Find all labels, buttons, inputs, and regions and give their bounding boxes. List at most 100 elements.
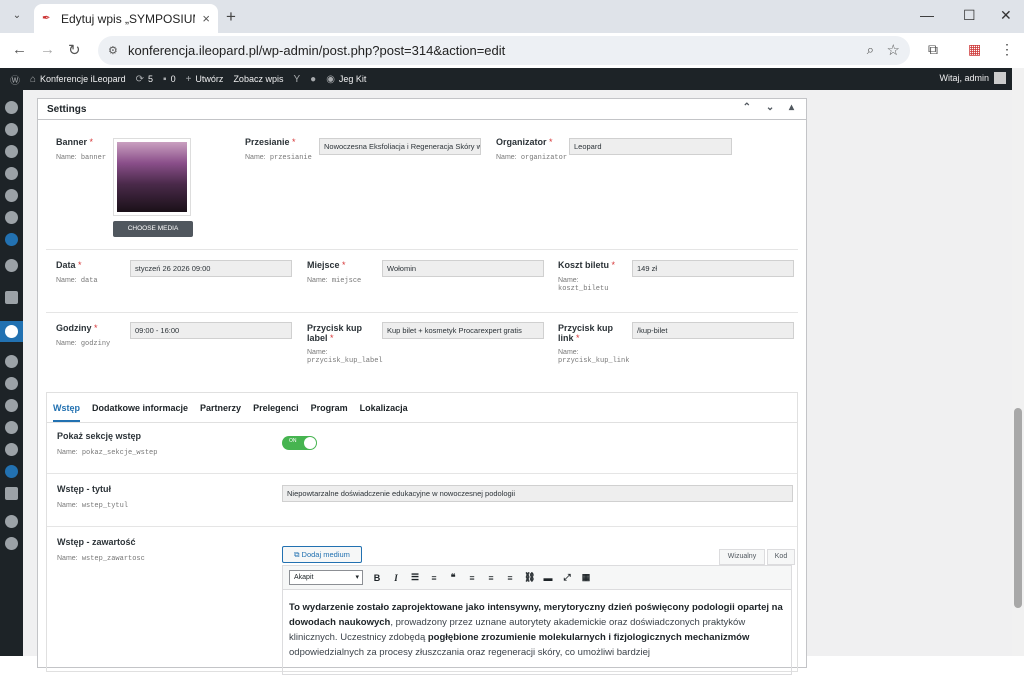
extensions-icon[interactable]: ⧉ <box>928 41 938 58</box>
tools-icon[interactable] <box>5 443 18 456</box>
add-icon[interactable] <box>5 355 18 368</box>
koszt-input[interactable]: 149 zł <box>632 260 794 277</box>
add-media-button[interactable]: ⧉ Dodaj medium <box>282 546 362 563</box>
tab-program[interactable]: Program <box>311 403 348 413</box>
account-menu[interactable]: Witaj, admin <box>939 72 1006 84</box>
align-center-icon[interactable]: ≡ <box>486 573 496 583</box>
data-name: Name: data <box>56 277 98 285</box>
kup-link-name: Name: przycisk_kup_link <box>558 349 630 365</box>
page-scrollbar[interactable] <box>1012 68 1024 656</box>
sync-icon[interactable] <box>5 465 18 478</box>
toolbar-toggle-icon[interactable]: ▦ <box>581 572 591 583</box>
site-name-link[interactable]: ⌂ Konferencje iLeopard <box>30 74 126 85</box>
dashboard-icon[interactable] <box>5 101 18 114</box>
media-icon: ⧉ <box>294 550 300 559</box>
yoast-icon[interactable]: Y <box>293 74 300 85</box>
wstep-tytul-input[interactable]: Niepowtarzalne doświadczenie edukacyjne … <box>282 485 793 502</box>
bookmark-star-icon[interactable]: ☆ <box>887 41 900 59</box>
tab-prelegenci[interactable]: Prelegenci <box>253 403 299 413</box>
wp-logo-icon[interactable]: Ⓦ <box>10 72 20 87</box>
back-button[interactable]: ← <box>12 41 27 58</box>
quote-icon[interactable]: ❝ <box>448 572 458 583</box>
divider <box>47 473 797 474</box>
wstep-zawartosc-name: Name: wstep_zawartosc <box>57 555 145 563</box>
maximize-button[interactable]: ☐ <box>963 7 976 24</box>
format-select[interactable]: Akapit <box>289 570 363 585</box>
crocoblock-icon[interactable] <box>5 259 18 272</box>
view-post-link[interactable]: Zobacz wpis <box>233 74 283 84</box>
godziny-input[interactable]: 09:00 - 16:00 <box>130 322 292 339</box>
updates-icon: ⟳ <box>135 73 144 85</box>
tab-code[interactable]: Kod <box>767 549 795 565</box>
appearance-icon[interactable] <box>5 377 18 390</box>
updates-link[interactable]: ⟳ 5 <box>136 74 153 85</box>
kup-label-input[interactable]: Kup bilet + kosmetyk Procarexpert gratis <box>382 322 544 339</box>
metabox-header[interactable]: Settings ⌃ ⌄ ▴ <box>38 99 806 120</box>
organizator-input[interactable]: Leopard <box>569 138 732 155</box>
numbered-list-icon[interactable]: ≡ <box>429 573 439 583</box>
koszt-label: Koszt biletu * <box>558 260 616 270</box>
scrollbar-thumb[interactable] <box>1014 408 1022 608</box>
tab-close-icon[interactable]: × <box>202 11 210 26</box>
tab-bar: ⌄ ✒ Edytuj wpis „SYMPOSIUM PROC × + — ☐ … <box>0 0 1024 33</box>
yoast-menu-icon[interactable] <box>5 515 18 528</box>
tab-lokalizacja[interactable]: Lokalizacja <box>360 403 408 413</box>
collapse-menu-icon[interactable] <box>5 537 18 550</box>
users-icon[interactable] <box>5 421 18 434</box>
kup-link-input[interactable]: /kup-bilet <box>632 322 794 339</box>
new-content-link[interactable]: + Utwórz <box>186 74 224 85</box>
align-right-icon[interactable]: ≡ <box>505 573 515 583</box>
tab-partnerzy[interactable]: Partnerzy <box>200 403 241 413</box>
content-text-2: odpowiedzialnych za procesy złuszczania … <box>289 647 650 658</box>
tab-list-button[interactable]: ⌄ <box>8 7 26 25</box>
elementor-icon[interactable] <box>5 123 18 136</box>
browser-menu-icon[interactable]: ⋮ <box>1000 41 1014 58</box>
posts-pin-icon[interactable] <box>5 325 18 338</box>
plugin-icon[interactable] <box>5 233 18 246</box>
tab-visual[interactable]: Wizualny <box>719 549 765 565</box>
comments-icon[interactable] <box>5 211 18 224</box>
site-info-icon[interactable]: ⚙ <box>108 44 118 57</box>
link-icon[interactable]: ⛓ <box>524 572 535 583</box>
fullscreen-icon[interactable]: ⤢ <box>562 572 572 583</box>
new-tab-button[interactable]: + <box>226 7 236 27</box>
data-input[interactable]: styczeń 26 2026 09:00 <box>130 260 292 277</box>
tab-dodatkowe[interactable]: Dodatkowe informacje <box>92 403 188 413</box>
media-icon[interactable] <box>5 167 18 180</box>
banner-label: Banner * <box>56 137 94 147</box>
banner-thumbnail[interactable] <box>113 138 191 216</box>
metabox-arrows-icon[interactable]: ⌃ ⌄ ▴ <box>743 102 800 113</box>
section-tabs-box: Wstęp Dodatkowe informacje Partnerzy Pre… <box>46 392 798 675</box>
jet-icon[interactable] <box>5 291 18 304</box>
close-window-button[interactable]: ✕ <box>1000 7 1012 24</box>
jeg-kit-link[interactable]: ◉ Jeg Kit <box>326 74 366 85</box>
italic-icon[interactable]: I <box>391 573 401 583</box>
minimize-button[interactable]: — <box>920 7 934 23</box>
read-more-icon[interactable]: ▬ <box>543 573 553 583</box>
bullet-list-icon[interactable]: ☰ <box>410 572 420 583</box>
bold-icon[interactable]: B <box>372 573 382 583</box>
pin-icon[interactable] <box>5 145 18 158</box>
miejsce-name: Name: miejsce <box>307 277 362 285</box>
extension-icon[interactable]: ▦ <box>968 41 981 58</box>
plugins-icon[interactable] <box>5 399 18 412</box>
status-dot-icon: ● <box>310 73 317 85</box>
editor-body[interactable]: To wydarzenie zostało zaprojektowane jak… <box>283 590 791 670</box>
address-bar[interactable]: ⚙ konferencja.ileopard.pl/wp-admin/post.… <box>98 36 910 65</box>
miejsce-input[interactable]: Wołomin <box>382 260 544 277</box>
forward-button[interactable]: → <box>40 41 55 58</box>
home-icon: ⌂ <box>30 73 37 85</box>
browser-tab[interactable]: ✒ Edytuj wpis „SYMPOSIUM PROC × <box>34 4 218 33</box>
pokaz-wstep-toggle[interactable]: ON <box>282 436 317 450</box>
settings-icon[interactable] <box>5 487 18 500</box>
przesianie-input[interactable]: Nowoczesna Eksfoliacja i Regeneracja Skó… <box>319 138 481 155</box>
organizator-name: Name: organizator <box>496 154 568 162</box>
comments-link[interactable]: ▪ 0 <box>163 74 176 85</box>
choose-media-button[interactable]: CHOOSE MEDIA <box>113 221 193 237</box>
zoom-icon[interactable]: ⌕ <box>867 42 874 58</box>
align-left-icon[interactable]: ≡ <box>467 573 477 583</box>
tab-wstep[interactable]: Wstęp <box>53 403 80 422</box>
przesianie-name: Name: przesianie <box>245 154 312 162</box>
pages-icon[interactable] <box>5 189 18 202</box>
reload-button[interactable]: ↻ <box>68 41 81 59</box>
